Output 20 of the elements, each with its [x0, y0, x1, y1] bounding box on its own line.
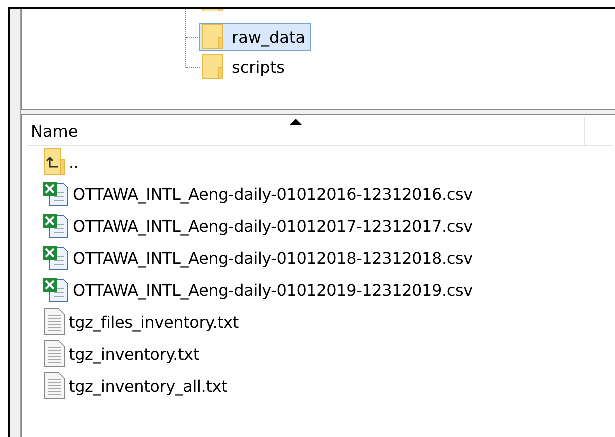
text-file-icon — [44, 372, 66, 400]
folder-icon — [202, 54, 226, 80]
file-name[interactable]: OTTAWA_INTL_Aeng-daily-01012016-12312016.csv — [73, 184, 473, 204]
tree-item[interactable]: scripts — [199, 53, 290, 81]
text-file-icon — [44, 340, 66, 368]
tree-item[interactable]: raw_data — [199, 23, 311, 51]
file-name[interactable]: OTTAWA_INTL_Aeng-daily-01012019-12312019.csv — [73, 280, 473, 300]
file-name[interactable]: OTTAWA_INTL_Aeng-daily-01012018-12312018.csv — [73, 248, 473, 268]
file-name[interactable]: tgz_inventory.txt — [69, 344, 200, 364]
spreadsheet-file-icon — [42, 213, 70, 239]
spreadsheet-file-icon — [42, 245, 70, 271]
text-file-icon — [44, 308, 66, 336]
spreadsheet-file-icon — [42, 277, 70, 303]
file-name[interactable]: tgz_inventory_all.txt — [69, 376, 228, 396]
file-name[interactable]: OTTAWA_INTL_Aeng-daily-01012017-12312017.csv — [73, 216, 473, 236]
parent-folder-icon — [44, 148, 66, 176]
folder-icon — [202, 24, 226, 50]
file-name[interactable]: .. — [69, 152, 79, 172]
spreadsheet-file-icon — [42, 181, 70, 207]
file-name[interactable]: tgz_files_inventory.txt — [69, 312, 239, 332]
